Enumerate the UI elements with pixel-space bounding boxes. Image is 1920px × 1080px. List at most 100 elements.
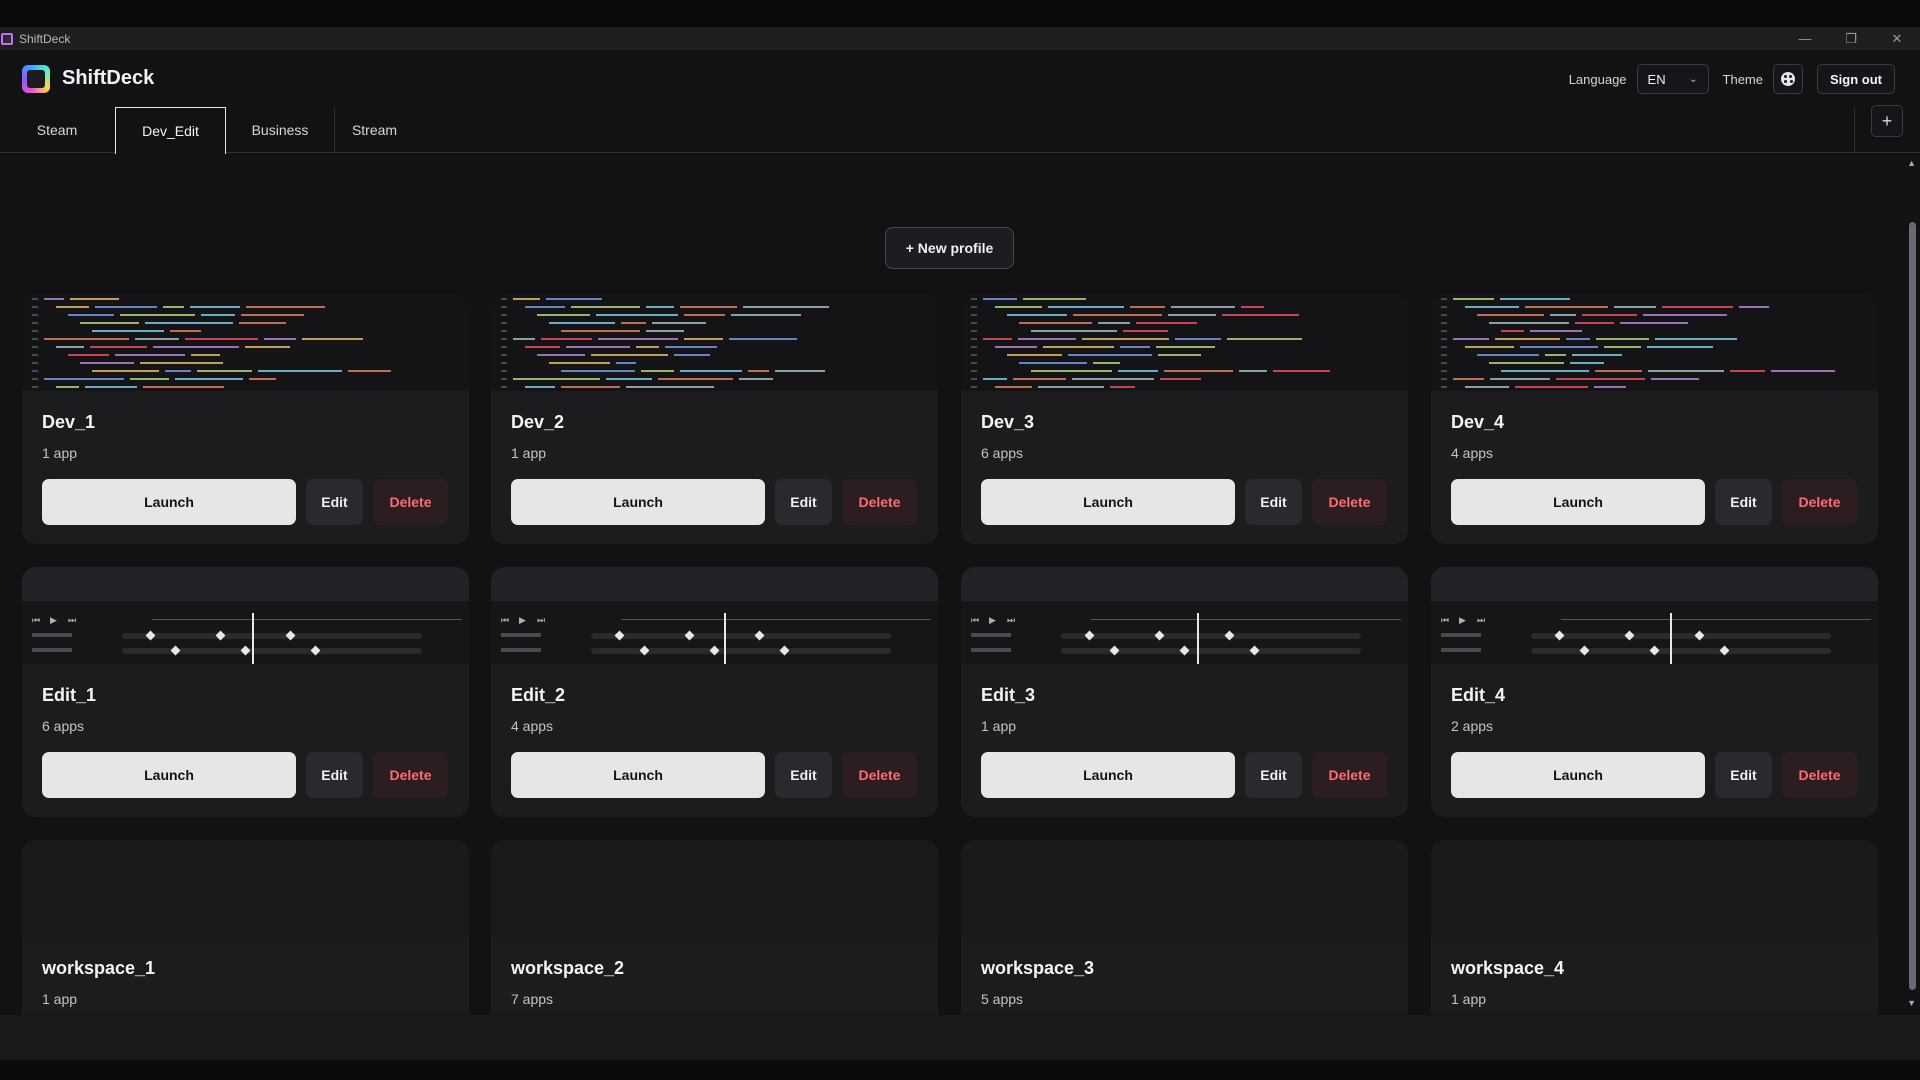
profile-card: Dev_1 1 app Launch Edit Delete <box>22 294 469 544</box>
code-token <box>246 306 325 308</box>
code-token <box>1072 378 1154 380</box>
maximize-icon[interactable]: ❐ <box>1828 27 1874 50</box>
delete-button[interactable]: Delete <box>373 752 448 798</box>
sign-out-button[interactable]: Sign out <box>1817 64 1895 94</box>
profile-app-count: 4 apps <box>1451 445 1494 461</box>
edit-button[interactable]: Edit <box>1245 752 1302 798</box>
app-root: ShiftDeck Language EN ⌄ Theme Sign out S… <box>0 50 1920 1060</box>
code-line-number <box>32 306 38 308</box>
code-token <box>1156 346 1215 348</box>
code-token <box>1465 306 1519 308</box>
code-token <box>1604 346 1641 348</box>
code-line-number <box>971 378 977 380</box>
code-line-number <box>1441 322 1447 324</box>
code-token <box>249 378 276 380</box>
delete-button[interactable]: Delete <box>1782 479 1857 525</box>
code-token <box>525 386 555 388</box>
code-token <box>1477 314 1544 316</box>
profile-app-count: 5 apps <box>981 991 1024 1007</box>
skip-back-icon: ⏮ <box>971 615 980 625</box>
code-token <box>1038 386 1104 388</box>
edit-button[interactable]: Edit <box>775 752 832 798</box>
timeline-track-label <box>32 648 72 652</box>
tab-business[interactable]: Business <box>226 107 334 153</box>
edit-button[interactable]: Edit <box>1715 479 1772 525</box>
code-token <box>1273 370 1330 372</box>
skip-forward-icon: ⏭ <box>537 615 546 625</box>
minimize-icon[interactable]: — <box>1782 27 1828 50</box>
code-line-number <box>32 362 38 364</box>
launch-button[interactable]: Launch <box>981 752 1235 798</box>
timeline-track <box>1531 633 1831 639</box>
delete-button[interactable]: Delete <box>842 479 917 525</box>
timeline-track <box>591 633 891 639</box>
close-icon[interactable]: ✕ <box>1874 27 1920 50</box>
code-token <box>92 330 164 332</box>
timeline-track-label <box>971 648 1011 652</box>
delete-button[interactable]: Delete <box>1782 752 1857 798</box>
code-token <box>658 378 733 380</box>
theme-button[interactable] <box>1773 64 1803 94</box>
profile-name: Edit_3 <box>981 685 1036 705</box>
code-token <box>1515 386 1588 388</box>
delete-button[interactable]: Delete <box>1312 752 1387 798</box>
language-value: EN <box>1647 71 1666 87</box>
code-token <box>1120 346 1150 348</box>
edit-button[interactable]: Edit <box>306 479 363 525</box>
launch-button[interactable]: Launch <box>981 479 1235 525</box>
code-line-number <box>971 346 977 348</box>
launch-button[interactable]: Launch <box>511 752 765 798</box>
new-profile-button[interactable]: + New profile <box>885 227 1014 269</box>
code-token <box>743 306 829 308</box>
timeline-track-label <box>32 633 72 637</box>
language-select[interactable]: EN ⌄ <box>1636 64 1709 94</box>
code-token <box>1031 330 1117 332</box>
profile-card: workspace_35 appsLaunchEditDelete <box>961 840 1408 1014</box>
delete-button[interactable]: Delete <box>1312 479 1387 525</box>
profile-card: workspace_11 appLaunchEditDelete <box>22 840 469 1014</box>
launch-button[interactable]: Launch <box>42 479 296 525</box>
code-token <box>537 354 585 356</box>
code-token <box>1662 306 1733 308</box>
code-token <box>1168 314 1216 316</box>
code-token <box>729 338 797 340</box>
code-token <box>1730 370 1765 372</box>
profile-app-count: 1 app <box>1451 991 1487 1007</box>
delete-button[interactable]: Delete <box>842 752 917 798</box>
launch-button[interactable]: Launch <box>1451 479 1705 525</box>
launch-button[interactable]: Launch <box>511 479 765 525</box>
code-token <box>130 378 169 380</box>
code-token <box>70 298 119 300</box>
code-token <box>1465 386 1509 388</box>
code-token <box>1570 362 1604 364</box>
add-tab-button[interactable]: + <box>1871 105 1903 137</box>
code-token <box>1093 362 1120 364</box>
timeline-track-label <box>971 633 1011 637</box>
code-token <box>1160 378 1201 380</box>
code-line-number <box>1441 378 1447 380</box>
skip-back-icon: ⏮ <box>32 615 41 625</box>
code-line-number <box>32 354 38 356</box>
code-token <box>1595 370 1642 372</box>
scroll-up-icon[interactable]: ▲ <box>1907 158 1916 168</box>
profile-app-count: 2 apps <box>1451 718 1494 734</box>
launch-button[interactable]: Launch <box>1451 752 1705 798</box>
edit-button[interactable]: Edit <box>306 752 363 798</box>
code-token <box>641 370 674 372</box>
edit-button[interactable]: Edit <box>1715 752 1772 798</box>
code-token <box>537 314 590 316</box>
tab-steam[interactable]: Steam <box>0 107 114 153</box>
edit-button[interactable]: Edit <box>1245 479 1302 525</box>
scrollbar-thumb[interactable] <box>1909 222 1916 990</box>
tab-dev-edit[interactable]: Dev_Edit <box>115 107 226 154</box>
window-title: ShiftDeck <box>19 31 71 46</box>
launch-button[interactable]: Launch <box>42 752 296 798</box>
delete-button[interactable]: Delete <box>373 479 448 525</box>
scroll-down-icon[interactable]: ▼ <box>1907 998 1916 1008</box>
code-token <box>1048 306 1124 308</box>
profile-name: Edit_4 <box>1451 685 1506 705</box>
timeline-track <box>1061 633 1361 639</box>
edit-button[interactable]: Edit <box>775 479 832 525</box>
code-token <box>1164 370 1233 372</box>
tab-stream[interactable]: Stream <box>335 107 414 153</box>
